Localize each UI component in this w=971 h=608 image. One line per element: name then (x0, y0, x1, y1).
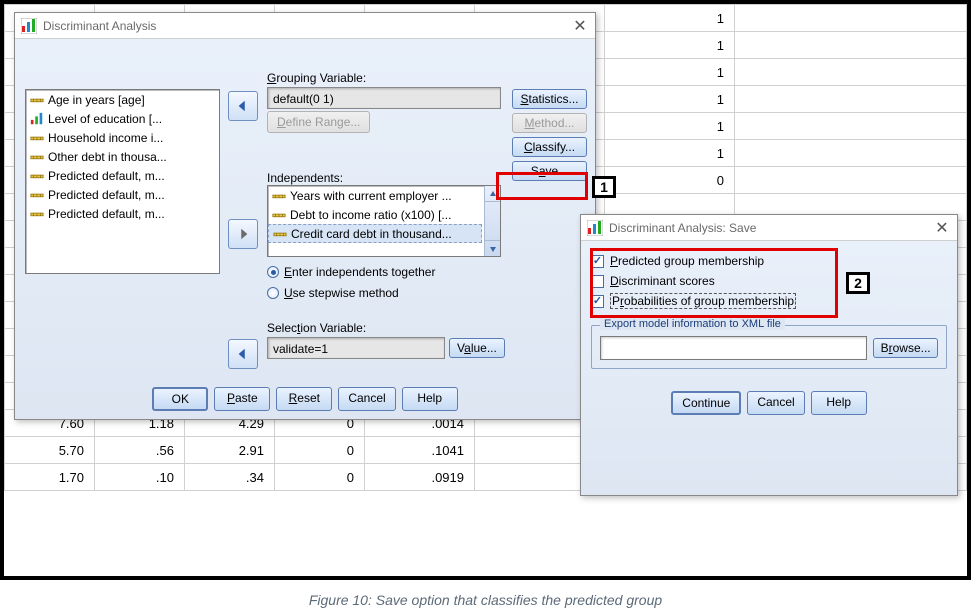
enter-independents-together-radio[interactable]: Enter independents together (267, 263, 501, 281)
independents-list[interactable]: Years with current employer ...Debt to i… (267, 185, 501, 257)
grid-cell[interactable]: 1.70 (5, 464, 95, 491)
grid-cell[interactable] (735, 113, 967, 140)
save-button[interactable]: Save... (512, 161, 587, 181)
grid-cell[interactable] (735, 167, 967, 194)
scroll-down-icon[interactable] (485, 240, 500, 256)
cancel-button[interactable]: Cancel (338, 387, 395, 411)
method-button: Method... (512, 113, 587, 133)
app-icon (21, 18, 37, 34)
scroll-up-icon[interactable] (485, 186, 500, 202)
independent-item[interactable]: Credit card debt in thousand... (268, 224, 482, 243)
help-button[interactable]: Help (402, 387, 458, 411)
variable-item[interactable]: Level of education [... (26, 109, 219, 128)
radio-dot-icon (267, 266, 279, 278)
variable-item[interactable]: Other debt in thousa... (26, 147, 219, 166)
radio-dot-icon (267, 287, 279, 299)
paste-button[interactable]: Paste (214, 387, 270, 411)
grid-cell[interactable]: 1 (605, 113, 735, 140)
independent-item[interactable]: Years with current employer ... (268, 186, 482, 205)
figure-frame: .10441.43691.23361.81711.11341.66391.515… (0, 0, 971, 580)
grid-cell[interactable] (735, 140, 967, 167)
dialog-button-row: OK Paste Reset Cancel Help (15, 387, 595, 411)
classify-button[interactable]: Classify... (512, 137, 587, 157)
grouping-variable-field[interactable]: default(0 1) (267, 87, 501, 109)
export-group-label: Export model information to XML file (600, 318, 785, 330)
grid-cell[interactable] (735, 86, 967, 113)
move-to-grouping-button[interactable] (228, 91, 258, 121)
grid-cell[interactable]: 0 (605, 167, 735, 194)
grid-cell[interactable]: 2.91 (185, 437, 275, 464)
close-icon[interactable]: ✕ (933, 218, 951, 238)
app-icon (587, 220, 603, 236)
grid-cell[interactable]: 1 (605, 86, 735, 113)
grid-cell[interactable] (735, 32, 967, 59)
figure-caption: Figure 10: Save option that classifies t… (0, 592, 971, 608)
grid-cell[interactable] (735, 59, 967, 86)
grid-cell[interactable]: 1 (605, 140, 735, 167)
grid-cell[interactable]: .10 (95, 464, 185, 491)
grid-cell[interactable]: 5.70 (5, 437, 95, 464)
grid-cell[interactable]: .0919 (365, 464, 475, 491)
variable-item[interactable]: Predicted default, m... (26, 204, 219, 223)
grid-cell[interactable]: .1041 (365, 437, 475, 464)
statistics-button[interactable]: Statistics... (512, 89, 587, 109)
move-to-independents-button[interactable] (228, 219, 258, 249)
variable-item[interactable]: Predicted default, m... (26, 185, 219, 204)
define-range-button: Define Range... (267, 111, 370, 133)
probabilities-checkbox[interactable]: Probabilities of group membership (591, 291, 947, 311)
grid-cell[interactable]: 1 (605, 59, 735, 86)
variable-item[interactable]: Predicted default, m... (26, 166, 219, 185)
grid-cell[interactable]: 1 (605, 5, 735, 32)
checkbox-icon (591, 255, 604, 268)
ok-button[interactable]: OK (152, 387, 208, 411)
close-icon[interactable]: ✕ (571, 16, 589, 36)
selection-variable-field[interactable]: validate=1 (267, 337, 445, 359)
predicted-group-checkbox[interactable]: Predicted group membership (591, 251, 947, 271)
browse-button[interactable]: Browse... (873, 338, 938, 358)
dialog-title: Discriminant Analysis (43, 19, 571, 33)
variable-item[interactable]: Household income i... (26, 128, 219, 147)
grid-cell[interactable]: .34 (185, 464, 275, 491)
move-to-selection-button[interactable] (228, 339, 258, 369)
continue-button[interactable]: Continue (671, 391, 741, 415)
grid-cell[interactable]: 0 (275, 464, 365, 491)
save-dialog-title: Discriminant Analysis: Save (609, 221, 933, 235)
grid-cell[interactable]: 0 (275, 437, 365, 464)
independents-scrollbar[interactable] (484, 186, 500, 256)
export-path-input[interactable] (600, 336, 867, 360)
checkbox-icon (591, 295, 604, 308)
grid-cell[interactable]: .56 (95, 437, 185, 464)
reset-button[interactable]: Reset (276, 387, 332, 411)
dialog-titlebar: Discriminant Analysis ✕ (15, 13, 595, 39)
save-dialog-titlebar: Discriminant Analysis: Save ✕ (581, 215, 957, 241)
independent-item[interactable]: Debt to income ratio (x100) [... (268, 205, 482, 224)
discriminant-scores-checkbox[interactable]: Discriminant scores (591, 271, 947, 291)
variable-source-list[interactable]: Age in years [age]Level of education [..… (25, 89, 220, 274)
value-button[interactable]: Value... (449, 338, 505, 358)
use-stepwise-radio[interactable]: Use stepwise method (267, 284, 501, 302)
checkbox-icon (591, 275, 604, 288)
grouping-variable-label: Grouping Variable: (267, 71, 501, 85)
variable-item[interactable]: Age in years [age] (26, 90, 219, 109)
annotation-badge-2: 2 (846, 272, 870, 294)
selection-variable-label: Selection Variable: (267, 321, 505, 335)
help-button[interactable]: Help (811, 391, 867, 415)
discriminant-analysis-dialog: Discriminant Analysis ✕ Age in years [ag… (14, 12, 596, 420)
discriminant-save-dialog: Discriminant Analysis: Save ✕ Predicted … (580, 214, 958, 496)
independents-label: Independents: (267, 171, 501, 185)
grid-cell[interactable] (735, 5, 967, 32)
grid-cell[interactable]: 1 (605, 32, 735, 59)
cancel-button[interactable]: Cancel (747, 391, 804, 415)
annotation-badge-1: 1 (592, 176, 616, 198)
